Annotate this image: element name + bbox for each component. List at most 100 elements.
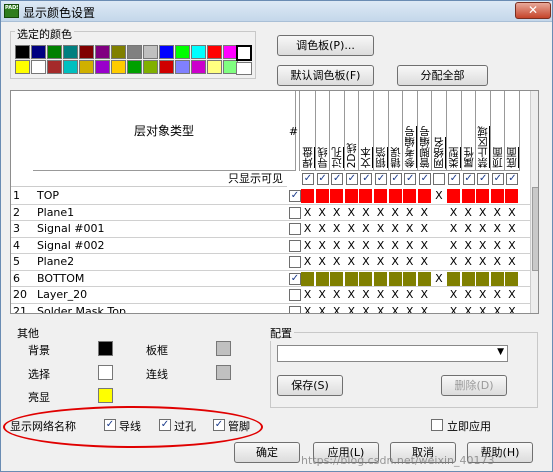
color-cell-x[interactable]: X: [403, 288, 416, 302]
ok-button[interactable]: 确定: [234, 442, 300, 463]
color-cell-x[interactable]: X: [345, 288, 358, 302]
column-visible-checkbox[interactable]: ✓: [345, 173, 358, 185]
color-cell-x[interactable]: [432, 305, 445, 314]
palette-swatch[interactable]: [79, 45, 94, 59]
color-cell-x[interactable]: X: [505, 305, 518, 314]
color-cell-x[interactable]: X: [476, 239, 489, 253]
color-cell[interactable]: [417, 189, 431, 203]
color-cell[interactable]: [344, 271, 358, 286]
save-button[interactable]: 保存(S): [277, 375, 343, 396]
color-cell-x[interactable]: X: [316, 206, 329, 220]
color-cell-x[interactable]: X: [491, 255, 504, 269]
palette-swatch[interactable]: [63, 45, 78, 59]
color-cell-x[interactable]: X: [432, 189, 445, 203]
palette-swatch[interactable]: [175, 60, 190, 74]
color-cell-x[interactable]: X: [316, 222, 329, 236]
color-cell-x[interactable]: X: [418, 255, 431, 269]
color-cell-x[interactable]: X: [330, 222, 343, 236]
palette-swatch[interactable]: [79, 60, 94, 74]
color-cell-x[interactable]: X: [418, 305, 431, 314]
color-cell-x[interactable]: X: [491, 305, 504, 314]
palette-swatch[interactable]: [15, 60, 30, 74]
color-cell[interactable]: [374, 189, 387, 203]
color-cell-x[interactable]: X: [462, 305, 475, 314]
color-cell[interactable]: [301, 271, 314, 286]
current-color-swatch[interactable]: [236, 45, 252, 61]
color-cell-x[interactable]: X: [462, 206, 475, 220]
color-cell[interactable]: [403, 189, 417, 203]
palette-swatch[interactable]: [15, 45, 30, 59]
color-cell-x[interactable]: X: [389, 288, 402, 302]
column-visible-checkbox[interactable]: ✓: [404, 173, 417, 185]
color-cell-x[interactable]: X: [491, 206, 504, 220]
color-cell-x[interactable]: X: [418, 288, 431, 302]
palette-swatch[interactable]: [127, 45, 142, 59]
column-visible-checkbox[interactable]: ✓: [418, 173, 431, 185]
table-row[interactable]: 2 Plane1 X X X X X X X X X X X X X X: [11, 205, 531, 221]
color-cell[interactable]: [388, 271, 402, 286]
color-cell-x[interactable]: X: [374, 222, 387, 236]
color-cell[interactable]: [490, 271, 504, 286]
default-palette-button[interactable]: 默认调色板(F): [277, 65, 374, 86]
color-cell-x[interactable]: X: [316, 305, 329, 314]
column-header[interactable]: 底面: [505, 91, 520, 171]
color-cell[interactable]: [417, 271, 431, 286]
color-cell-x[interactable]: X: [447, 288, 460, 302]
color-cell-x[interactable]: X: [389, 255, 402, 269]
selection-color-box[interactable]: [98, 365, 113, 380]
column-visible-checkbox[interactable]: [433, 173, 446, 185]
palette-swatch[interactable]: [143, 60, 158, 74]
palette-swatch[interactable]: [127, 60, 142, 74]
table-row[interactable]: 4 Signal #002 X X X X X X X X X X X X X X: [11, 238, 531, 254]
palette-button[interactable]: 调色板(P)...: [277, 35, 374, 56]
config-combo[interactable]: ▼: [277, 345, 508, 362]
color-cell-x[interactable]: X: [345, 255, 358, 269]
column-visible-checkbox[interactable]: ✓: [360, 173, 373, 185]
palette-swatch[interactable]: [47, 60, 62, 74]
color-cell[interactable]: [359, 189, 373, 203]
color-cell-x[interactable]: X: [447, 305, 460, 314]
color-cell-x[interactable]: X: [432, 272, 445, 286]
color-cell-x[interactable]: [432, 255, 445, 269]
color-cell-x[interactable]: X: [301, 206, 314, 220]
color-cell-x[interactable]: X: [374, 288, 387, 302]
color-cell-x[interactable]: X: [389, 206, 402, 220]
connection-color-box[interactable]: [216, 365, 231, 380]
color-cell-x[interactable]: X: [374, 206, 387, 220]
color-cell-x[interactable]: X: [316, 255, 329, 269]
color-cell[interactable]: [315, 271, 329, 286]
color-cell-x[interactable]: X: [301, 222, 314, 236]
board-frame-color-box[interactable]: [216, 341, 231, 356]
color-cell-x[interactable]: X: [389, 305, 402, 314]
color-cell-x[interactable]: X: [447, 206, 460, 220]
color-cell-x[interactable]: X: [491, 222, 504, 236]
scroll-thumb[interactable]: [532, 187, 538, 271]
color-cell-x[interactable]: X: [447, 222, 460, 236]
column-visible-checkbox[interactable]: ✓: [462, 173, 475, 185]
color-cell-x[interactable]: [432, 288, 445, 302]
color-cell-x[interactable]: X: [403, 239, 416, 253]
color-cell-x[interactable]: X: [374, 305, 387, 314]
color-cell-x[interactable]: [432, 239, 445, 253]
column-visible-checkbox[interactable]: ✓: [448, 173, 460, 185]
color-cell-x[interactable]: X: [389, 239, 402, 253]
column-header[interactable]: 禁止区域: [476, 91, 491, 171]
color-cell[interactable]: [505, 189, 519, 203]
color-cell[interactable]: [447, 271, 460, 286]
color-cell-x[interactable]: X: [301, 305, 314, 314]
color-cell-x[interactable]: X: [359, 305, 372, 314]
palette-swatch[interactable]: [175, 45, 190, 59]
background-color-box[interactable]: [98, 341, 113, 356]
table-row[interactable]: 6 BOTTOM ✓ X: [11, 271, 531, 287]
color-cell-x[interactable]: X: [301, 288, 314, 302]
color-cell-x[interactable]: X: [476, 222, 489, 236]
color-cell-x[interactable]: X: [330, 305, 343, 314]
column-header[interactable]: 网络名: [432, 91, 447, 171]
column-header[interactable]: 2D线: [344, 91, 360, 171]
color-cell-x[interactable]: X: [505, 255, 518, 269]
color-cell-x[interactable]: X: [476, 255, 489, 269]
color-cell[interactable]: [330, 189, 344, 203]
palette-swatch[interactable]: [111, 60, 126, 74]
color-cell-x[interactable]: X: [374, 239, 387, 253]
palette-swatch[interactable]: [143, 45, 158, 59]
